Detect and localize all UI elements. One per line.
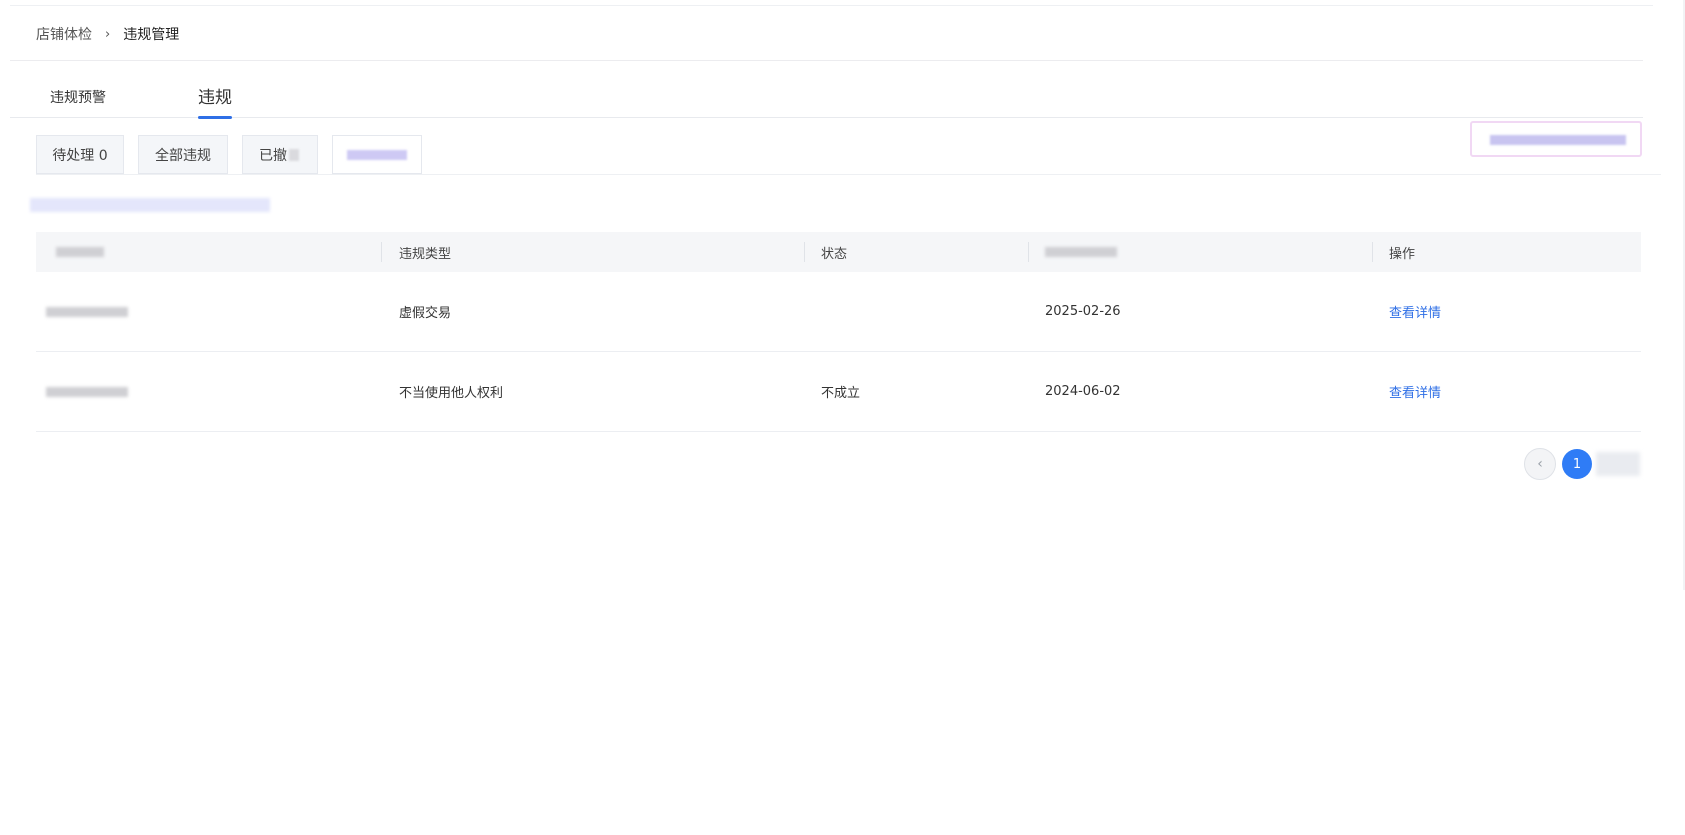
column-header-status: 状态 — [821, 246, 848, 262]
chevron-right-icon: › — [105, 26, 111, 42]
column-divider — [1372, 242, 1373, 262]
cell-status: 不成立 — [821, 386, 861, 401]
column-divider — [804, 242, 805, 262]
cell-date: 2025-02-26 — [1045, 304, 1121, 319]
filter-pending-button[interactable]: 待处理 0 — [36, 135, 124, 174]
cell-action: 查看详情 — [1389, 352, 1441, 431]
main-tabs: 违规预警 违规 — [10, 80, 1643, 119]
column-divider — [1028, 242, 1029, 262]
redacted-text — [46, 386, 128, 397]
redacted-text — [1490, 135, 1626, 145]
column-header-type: 违规类型 — [399, 246, 452, 262]
violations-table: 违规类型 状态 操作 虚假交易 2025-02-26 查看详情 不当使用他人权利… — [36, 232, 1641, 432]
column-header-time — [1045, 232, 1117, 272]
redacted-text — [289, 148, 299, 161]
cell-action: 查看详情 — [1389, 272, 1441, 351]
cell-id — [46, 272, 128, 351]
chevron-left-icon[interactable]: ‹ — [1524, 448, 1556, 480]
table-row: 虚假交易 2025-02-26 查看详情 — [36, 272, 1641, 352]
breadcrumb: 店铺体检 › 违规管理 — [36, 24, 179, 44]
filter-records-button[interactable] — [332, 135, 422, 174]
cell-id — [46, 352, 128, 431]
view-details-link[interactable]: 查看详情 — [1389, 382, 1441, 401]
page-number-current[interactable]: 1 — [1562, 449, 1592, 479]
column-divider — [381, 242, 382, 262]
filter-revoked-button[interactable]: 已撤 — [242, 135, 318, 174]
table-header: 违规类型 状态 操作 — [36, 232, 1641, 272]
top-divider — [10, 5, 1653, 6]
pagination: ‹ 1 — [1524, 448, 1640, 480]
redacted-text — [1045, 247, 1117, 257]
redacted-info-text — [30, 198, 270, 212]
table-row: 不当使用他人权利 不成立 2024-06-02 查看详情 — [36, 352, 1641, 432]
filter-all-button[interactable]: 全部违规 — [138, 135, 228, 174]
breadcrumb-current: 违规管理 — [123, 27, 180, 43]
tab-violations[interactable]: 违规 — [198, 83, 232, 119]
filter-bar: 待处理 0 全部违规 已撤 — [36, 135, 1661, 175]
redacted-text — [347, 149, 407, 160]
redacted-text — [56, 247, 104, 257]
cell-type: 虚假交易 — [399, 306, 452, 321]
cell-type: 不当使用他人权利 — [399, 386, 504, 401]
breadcrumb-parent-link[interactable]: 店铺体检 — [36, 24, 92, 44]
column-header-action: 操作 — [1389, 246, 1416, 262]
view-details-link[interactable]: 查看详情 — [1389, 302, 1441, 321]
redacted-text — [46, 306, 128, 317]
right-action-button[interactable] — [1470, 121, 1642, 157]
column-header-id — [46, 232, 104, 272]
cell-date: 2024-06-02 — [1045, 384, 1121, 399]
filter-revoked-label: 已撤 — [259, 147, 287, 164]
redacted-page-controls[interactable] — [1596, 452, 1640, 476]
header-divider — [10, 60, 1643, 61]
tab-violation-warning[interactable]: 违规预警 — [50, 87, 106, 107]
